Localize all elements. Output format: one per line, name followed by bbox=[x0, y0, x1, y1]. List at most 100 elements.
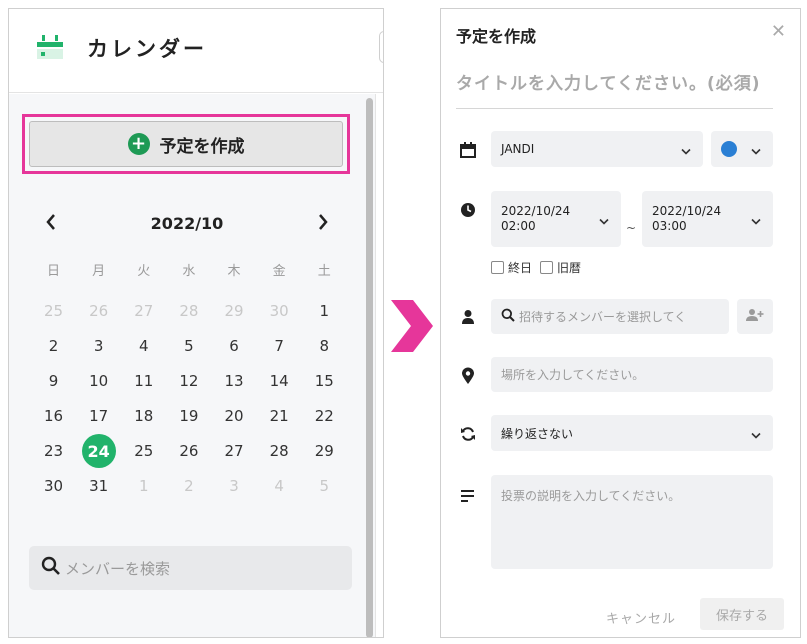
day-cell[interactable]: 3 bbox=[76, 329, 121, 363]
day-cell[interactable]: 1 bbox=[302, 294, 347, 328]
day-cell[interactable]: 19 bbox=[166, 399, 211, 433]
search-icon bbox=[501, 307, 515, 326]
calendar-select[interactable]: JANDI bbox=[491, 131, 703, 167]
day-cell[interactable]: 10 bbox=[76, 364, 121, 398]
person-icon bbox=[459, 308, 477, 326]
description-placeholder: 投票の説明を入力してください。 bbox=[501, 489, 681, 503]
day-cell[interactable]: 6 bbox=[212, 329, 257, 363]
add-user-icon bbox=[746, 307, 764, 326]
repeat-value: 繰り返さない bbox=[501, 426, 574, 441]
create-event-button[interactable]: + 予定を作成 bbox=[29, 121, 343, 167]
start-datetime: 2022/10/24 02:00 bbox=[501, 204, 570, 234]
chevron-down-icon bbox=[681, 140, 691, 159]
day-cell[interactable]: 7 bbox=[257, 329, 302, 363]
member-search-placeholder: メンバーを検索 bbox=[65, 559, 171, 578]
description-textarea[interactable]: 投票の説明を入力してください。 bbox=[491, 475, 773, 569]
day-cell[interactable]: 30 bbox=[31, 469, 76, 503]
calendar-body: + 予定を作成 2022/10 日 月 火 水 木 金 土 25 26 27 2… bbox=[9, 94, 383, 637]
end-datetime-select[interactable]: 2022/10/24 03:00 bbox=[642, 191, 773, 247]
checkbox-box[interactable] bbox=[491, 261, 504, 274]
add-member-button[interactable] bbox=[737, 299, 773, 334]
color-select[interactable] bbox=[711, 131, 773, 167]
day-cell[interactable]: 11 bbox=[121, 364, 166, 398]
date-options: 終日 旧暦 bbox=[491, 259, 581, 276]
day-cell[interactable]: 12 bbox=[166, 364, 211, 398]
day-cell[interactable]: 13 bbox=[212, 364, 257, 398]
day-cell[interactable]: 31 bbox=[76, 469, 121, 503]
day-cell-today[interactable]: 24 bbox=[76, 434, 121, 468]
day-cell[interactable]: 2 bbox=[166, 469, 211, 503]
day-cell[interactable]: 1 bbox=[121, 469, 166, 503]
range-separator: ~ bbox=[626, 221, 637, 235]
today-marker: 24 bbox=[81, 434, 116, 468]
day-cell[interactable]: 3 bbox=[212, 469, 257, 503]
invite-member-input[interactable]: 招待するメンバーを選択してく bbox=[491, 299, 729, 334]
day-cell[interactable]: 26 bbox=[76, 294, 121, 328]
day-cell[interactable]: 5 bbox=[166, 329, 211, 363]
day-cell[interactable]: 9 bbox=[31, 364, 76, 398]
day-cell[interactable]: 17 bbox=[76, 399, 121, 433]
day-cell[interactable]: 27 bbox=[212, 434, 257, 468]
modal-footer: キャンセル 保存する bbox=[441, 595, 800, 637]
day-cell[interactable]: 29 bbox=[212, 294, 257, 328]
create-event-modal: 予定を作成 ✕ タイトルを入力してください。(必須) JANDI 2022/10… bbox=[440, 8, 801, 638]
start-time: 02:00 bbox=[501, 219, 536, 233]
create-event-label: 予定を作成 bbox=[159, 136, 245, 157]
day-cell[interactable]: 26 bbox=[166, 434, 211, 468]
day-cell[interactable]: 14 bbox=[257, 364, 302, 398]
day-cell[interactable]: 21 bbox=[257, 399, 302, 433]
create-button-highlight: + 予定を作成 bbox=[22, 114, 350, 174]
chevron-down-icon bbox=[751, 424, 761, 443]
weekday-label: 月 bbox=[92, 264, 106, 279]
weekday-label: 木 bbox=[227, 264, 241, 279]
day-cell[interactable]: 4 bbox=[257, 469, 302, 503]
day-cell[interactable]: 18 bbox=[121, 399, 166, 433]
start-datetime-select[interactable]: 2022/10/24 02:00 bbox=[491, 191, 621, 247]
close-icon[interactable]: ✕ bbox=[771, 21, 786, 42]
modal-title: 予定を作成 bbox=[456, 27, 537, 46]
day-cell[interactable]: 28 bbox=[166, 294, 211, 328]
day-cell[interactable]: 4 bbox=[121, 329, 166, 363]
location-input[interactable]: 場所を入力してください。 bbox=[491, 357, 773, 392]
chevron-right-icon[interactable] bbox=[317, 212, 329, 237]
week-row: 2 3 4 5 6 7 8 bbox=[31, 329, 347, 363]
day-cell[interactable]: 22 bbox=[302, 399, 347, 433]
weekday-label: 金 bbox=[272, 264, 286, 279]
save-button[interactable]: 保存する bbox=[700, 598, 784, 630]
day-cell[interactable]: 25 bbox=[121, 434, 166, 468]
day-cell[interactable]: 25 bbox=[31, 294, 76, 328]
panel-edge bbox=[379, 31, 383, 63]
title-placeholder: タイトルを入力してください。(必須) bbox=[456, 74, 761, 94]
day-cell[interactable]: 5 bbox=[302, 469, 347, 503]
clock-icon bbox=[459, 201, 477, 219]
end-datetime: 2022/10/24 03:00 bbox=[652, 204, 721, 234]
day-cell[interactable]: 23 bbox=[31, 434, 76, 468]
week-row: 9 10 11 12 13 14 15 bbox=[31, 364, 347, 398]
day-cell[interactable]: 30 bbox=[257, 294, 302, 328]
all-day-checkbox[interactable]: 終日 bbox=[491, 259, 532, 276]
repeat-select[interactable]: 繰り返さない bbox=[491, 415, 773, 451]
day-cell[interactable]: 20 bbox=[212, 399, 257, 433]
repeat-icon bbox=[459, 425, 477, 443]
scrollbar[interactable] bbox=[366, 98, 373, 637]
arrow-right-icon bbox=[385, 296, 435, 360]
weekday-label: 土 bbox=[317, 264, 331, 279]
day-cell[interactable]: 2 bbox=[31, 329, 76, 363]
day-cell[interactable]: 29 bbox=[302, 434, 347, 468]
day-cell[interactable]: 8 bbox=[302, 329, 347, 363]
day-cell[interactable]: 16 bbox=[31, 399, 76, 433]
calendar-panel: カレンダー + 予定を作成 2022/10 日 月 火 水 木 金 土 25 2… bbox=[8, 8, 384, 638]
day-cell[interactable]: 15 bbox=[302, 364, 347, 398]
week-row: 23 24 25 26 27 28 29 bbox=[31, 434, 347, 468]
cancel-button[interactable]: キャンセル bbox=[591, 603, 691, 631]
member-search-input[interactable]: メンバーを検索 bbox=[29, 546, 352, 590]
event-title-input[interactable]: タイトルを入力してください。(必須) bbox=[456, 69, 773, 109]
chevron-down-icon bbox=[751, 210, 761, 229]
weekday-header: 日 月 火 水 木 金 土 bbox=[31, 260, 347, 279]
all-day-label: 終日 bbox=[508, 261, 533, 275]
week-row: 30 31 1 2 3 4 5 bbox=[31, 469, 347, 503]
day-cell[interactable]: 27 bbox=[121, 294, 166, 328]
day-cell[interactable]: 28 bbox=[257, 434, 302, 468]
checkbox-box[interactable] bbox=[540, 261, 554, 274]
lunar-checkbox[interactable]: 旧暦 bbox=[540, 259, 581, 276]
